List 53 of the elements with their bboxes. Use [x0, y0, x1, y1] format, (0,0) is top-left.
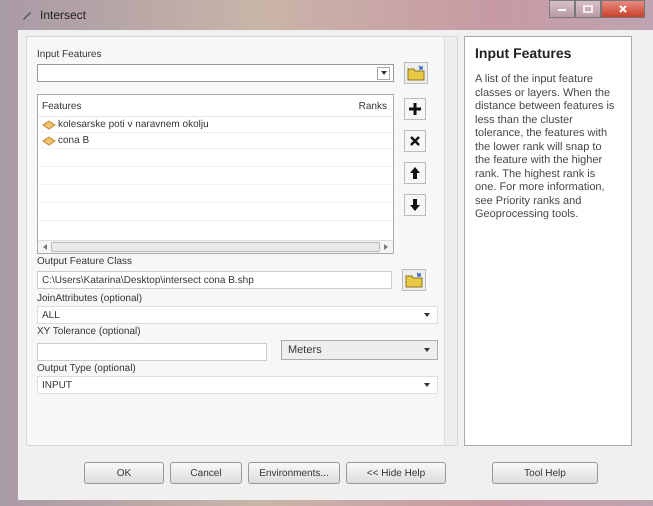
- input-features-field[interactable]: [37, 64, 394, 82]
- vertical-scrollbar[interactable]: [444, 37, 457, 445]
- dialog-button[interactable]: OK: [84, 462, 164, 484]
- horizontal-scrollbar[interactable]: [38, 240, 393, 253]
- column-header: Ranks: [358, 101, 387, 112]
- dialog-button[interactable]: Environments...: [248, 462, 340, 484]
- feature-name[interactable]: cona B: [58, 135, 90, 146]
- minimize-icon: [557, 6, 567, 12]
- close-button[interactable]: [601, 0, 645, 18]
- dropdown-arrow-icon: [423, 382, 431, 388]
- dropdown-arrow-icon: [423, 347, 431, 353]
- folder-icon[interactable]: [404, 62, 428, 84]
- output-feature-class-field[interactable]: C:\Users\Katarina\Desktop\intersect cona B.shp: [37, 271, 392, 289]
- help-title: Input Features: [475, 45, 572, 61]
- dialog-button[interactable]: << Hide Help: [346, 462, 446, 484]
- scroll-right-icon[interactable]: [382, 243, 390, 251]
- dropdown-value: ALL: [42, 310, 60, 320]
- dropdown-arrow-icon: [423, 312, 431, 318]
- move-up-button[interactable]: [404, 162, 426, 184]
- unit-dropdown[interactable]: Meters: [281, 340, 438, 360]
- field-label: Output Type (optional): [37, 363, 137, 374]
- help-text: A list of the input feature classes or layers. When the distance between features is less than the cluster tolerance, the features with the lower rank will snap to the feature with the higher rank. The highest rank is one. For more information, see Priority ranks and Geoprocessing tools.: [475, 73, 615, 222]
- dropdown-arrow-icon: [380, 69, 388, 77]
- down-arrow-icon: [409, 198, 421, 212]
- folder-icon[interactable]: [402, 269, 426, 291]
- plus-icon: [408, 102, 422, 116]
- pencil-icon: [22, 10, 32, 20]
- move-down-button[interactable]: [404, 194, 426, 216]
- scroll-left-icon[interactable]: [41, 243, 49, 251]
- field-label: Input Features: [37, 49, 102, 60]
- add-button[interactable]: [404, 98, 426, 120]
- xy-tolerance-field[interactable]: [37, 343, 267, 361]
- dialog-button[interactable]: Cancel: [170, 462, 242, 484]
- layer-icon: [42, 120, 56, 130]
- maximize-icon: [583, 5, 593, 13]
- remove-button[interactable]: [404, 130, 426, 152]
- dropdown-value: Meters: [288, 344, 322, 356]
- field-label: Output Feature Class: [37, 256, 134, 267]
- field-label: JoinAttributes (optional): [37, 293, 144, 304]
- close-icon: [618, 5, 628, 13]
- join-attributes-dropdown[interactable]: ALL: [37, 306, 438, 324]
- tool-help-button[interactable]: Tool Help: [492, 462, 598, 484]
- up-arrow-icon: [409, 166, 421, 180]
- field-label: XY Tolerance (optional): [37, 326, 142, 337]
- minimize-button[interactable]: [549, 0, 575, 18]
- column-header: Features: [42, 101, 82, 112]
- layer-icon: [42, 136, 56, 146]
- feature-name[interactable]: kolesarske poti v naravnem okolju: [58, 119, 209, 130]
- remove-icon: [409, 135, 421, 147]
- dropdown-value: INPUT: [42, 380, 72, 390]
- output-type-dropdown[interactable]: INPUT: [37, 376, 438, 394]
- maximize-button[interactable]: [575, 0, 601, 18]
- window-title: Intersect: [40, 8, 86, 22]
